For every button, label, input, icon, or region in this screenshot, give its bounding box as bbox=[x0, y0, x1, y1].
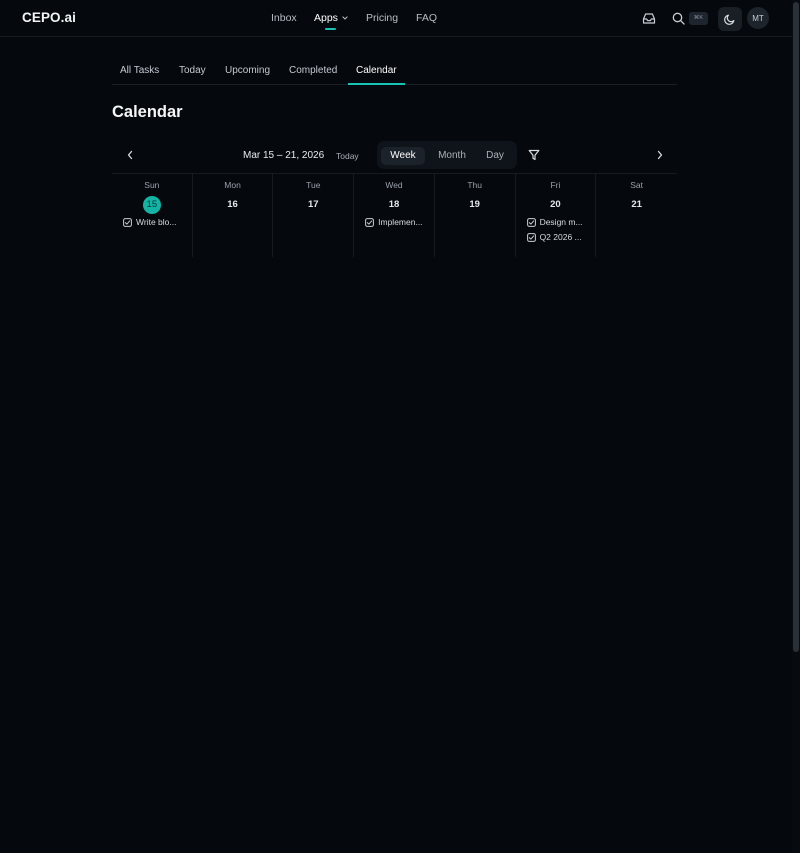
theme-toggle-button[interactable] bbox=[718, 7, 742, 31]
calendar-task-title: Write blo... bbox=[136, 217, 177, 227]
task-check-icon bbox=[123, 217, 132, 227]
chevron-right-icon[interactable] bbox=[656, 150, 664, 160]
tab-upcoming[interactable]: Upcoming bbox=[225, 65, 270, 76]
view-week-button[interactable]: Week bbox=[381, 147, 425, 165]
nav-item-apps[interactable]: Apps bbox=[314, 12, 348, 24]
chevron-left-icon[interactable] bbox=[126, 150, 134, 160]
day-column-sat[interactable]: Sat 21 bbox=[596, 174, 677, 257]
tab-active-indicator bbox=[348, 83, 405, 85]
view-month-button[interactable]: Month bbox=[430, 147, 474, 165]
tab-all-tasks[interactable]: All Tasks bbox=[120, 65, 159, 76]
top-bar: CEPO.ai Inbox Apps Pricing FAQ ⌘K MT bbox=[0, 0, 792, 37]
day-of-week-label: Tue bbox=[306, 180, 321, 190]
day-column-tue[interactable]: Tue 17 bbox=[273, 174, 355, 257]
task-check-icon bbox=[526, 232, 536, 242]
calendar-toolbar: Mar 15 – 21, 2026 Today Week Month Day bbox=[112, 140, 677, 172]
day-number[interactable]: 18 bbox=[385, 196, 403, 214]
moon-icon bbox=[724, 14, 735, 25]
day-of-week-label: Sun bbox=[144, 180, 160, 190]
day-of-week-label: Thu bbox=[467, 180, 483, 190]
tab-calendar[interactable]: Calendar bbox=[356, 65, 397, 76]
day-of-week-label: Fri bbox=[550, 180, 561, 190]
calendar-task[interactable]: Implemen... bbox=[365, 216, 427, 228]
week-grid: Sun 15 Write blo... Mon 16 Tue 17 Wed 18 Implemen… bbox=[112, 173, 677, 257]
task-tabs: All Tasks Today Upcoming Completed Calen… bbox=[112, 56, 677, 85]
chevron-down-icon bbox=[342, 16, 348, 20]
nav-item-inbox[interactable]: Inbox bbox=[271, 12, 297, 24]
tab-completed[interactable]: Completed bbox=[289, 65, 337, 76]
day-of-week-label: Mon bbox=[224, 180, 241, 190]
today-button[interactable]: Today bbox=[336, 151, 359, 161]
calendar-task[interactable]: Write blo... bbox=[123, 216, 185, 228]
day-column-fri[interactable]: Fri 20 Design m... Q2 2026 ... bbox=[516, 174, 597, 257]
task-check-icon bbox=[365, 217, 375, 227]
date-range-label: Mar 15 – 21, 2026 bbox=[243, 150, 325, 161]
scrollbar-thumb[interactable] bbox=[793, 2, 799, 652]
day-column-mon[interactable]: Mon 16 bbox=[193, 174, 274, 257]
day-number-today[interactable]: 15 bbox=[142, 196, 161, 214]
nav-active-indicator bbox=[325, 28, 336, 30]
nav-item-faq[interactable]: FAQ bbox=[416, 12, 437, 24]
task-check-icon bbox=[526, 217, 536, 227]
page-title: Calendar bbox=[112, 103, 183, 121]
day-number[interactable]: 21 bbox=[628, 196, 646, 214]
view-day-button[interactable]: Day bbox=[478, 147, 512, 165]
filter-icon[interactable] bbox=[528, 149, 540, 161]
search-icon[interactable] bbox=[672, 12, 685, 25]
nav-item-apps-label: Apps bbox=[314, 12, 338, 24]
view-switcher: Week Month Day bbox=[377, 141, 517, 169]
user-avatar[interactable]: MT bbox=[747, 7, 769, 29]
nav-item-pricing[interactable]: Pricing bbox=[366, 12, 398, 24]
calendar-task-title: Q2 2026 ... bbox=[539, 232, 582, 242]
day-number[interactable]: 17 bbox=[304, 196, 322, 214]
day-column-thu[interactable]: Thu 19 bbox=[435, 174, 516, 257]
calendar-task-title: Design m... bbox=[539, 217, 583, 227]
day-of-week-label: Wed bbox=[385, 180, 403, 190]
day-number[interactable]: 20 bbox=[546, 196, 564, 214]
inbox-icon[interactable] bbox=[642, 12, 656, 25]
tab-today[interactable]: Today bbox=[179, 65, 206, 76]
day-number[interactable]: 19 bbox=[466, 196, 484, 214]
calendar-task[interactable]: Q2 2026 ... bbox=[526, 231, 589, 243]
calendar-task-title: Implemen... bbox=[378, 217, 423, 227]
search-shortcut-badge: ⌘K bbox=[689, 12, 708, 25]
day-column-sun[interactable]: Sun 15 Write blo... bbox=[112, 174, 193, 257]
day-number[interactable]: 16 bbox=[224, 196, 242, 214]
day-of-week-label: Sat bbox=[630, 180, 644, 190]
day-column-wed[interactable]: Wed 18 Implemen... bbox=[354, 174, 435, 257]
calendar-task[interactable]: Design m... bbox=[526, 216, 589, 228]
